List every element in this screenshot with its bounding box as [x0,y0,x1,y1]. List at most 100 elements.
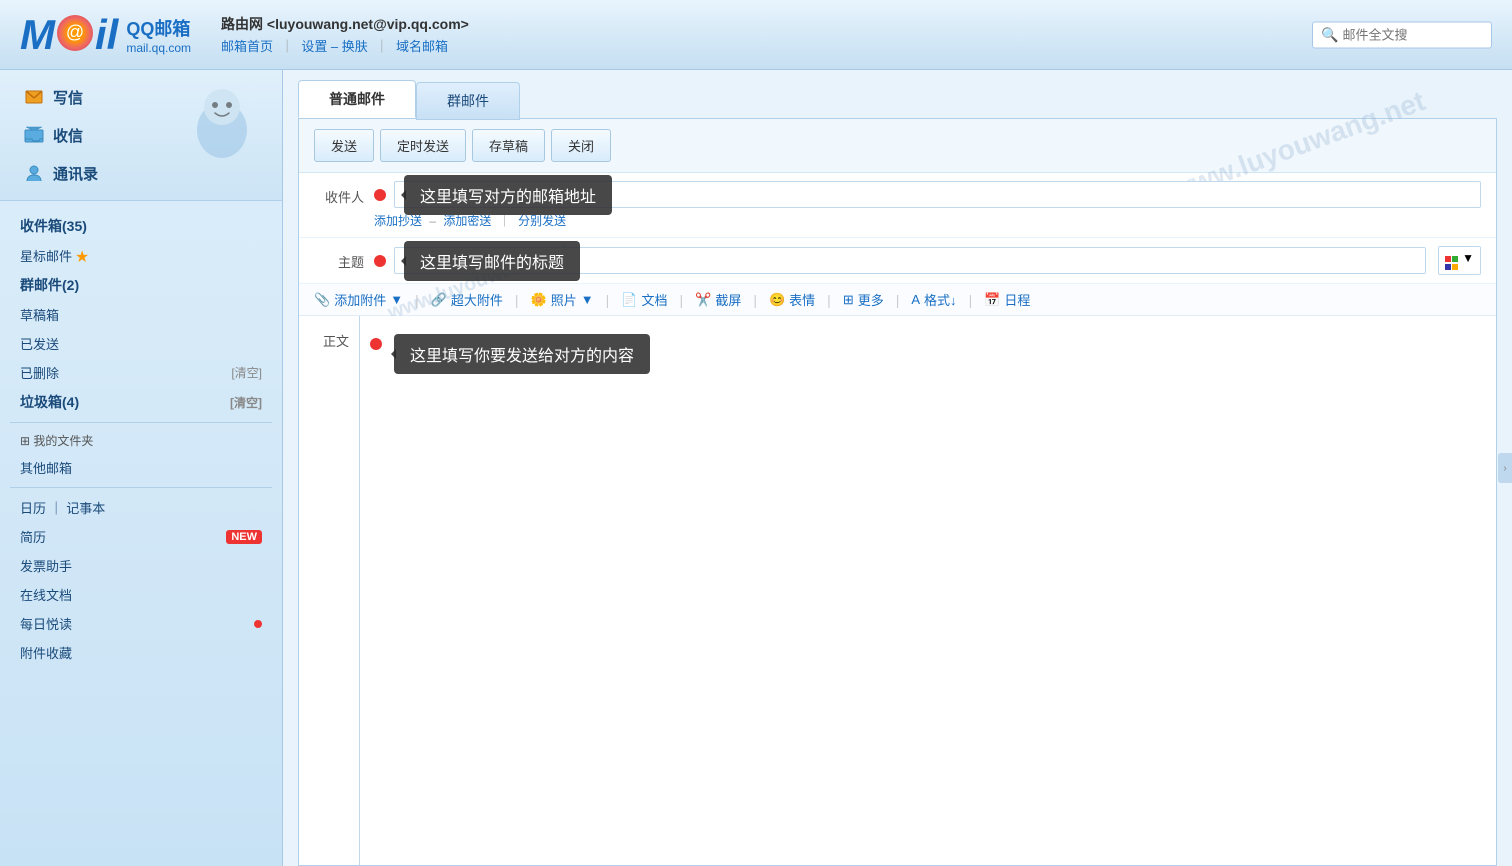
save-draft-button[interactable]: 存草稿 [472,129,545,162]
body-row: 正文 这里填写你要发送给对方的内容 [299,316,1496,865]
junk-clear-link[interactable]: [清空] [230,394,262,411]
search-input[interactable] [1342,27,1483,42]
format-icon: A [911,292,920,307]
scissors-icon: ✂️ [695,292,711,308]
paperclip-icon: 📎 [314,292,330,308]
compose-tabs: 普通邮件 群邮件 [283,70,1512,118]
header: M @ il QQ邮箱 mail.qq.com 路由网 <luyouwang.n… [0,0,1512,70]
inbox-icon [23,124,45,146]
sidebar-item-inbox[interactable]: 收件箱(35) [0,211,282,241]
sidebar-item-attachment-collect[interactable]: 附件收藏 [0,638,282,667]
attachment-toolbar: 📎 添加附件▼ | 🔗 超大附件 | 🌼 照片▼ | 📄 文档 [299,284,1496,316]
sidebar-item-deleted[interactable]: 已删除 [清空] [0,358,282,387]
add-cc-link[interactable]: 添加抄送 [374,214,422,228]
scheduled-send-button[interactable]: 定时发送 [380,129,466,162]
close-button[interactable]: 关闭 [551,129,611,162]
sidebar-top-actions: 写信 收信 通讯录 [0,70,282,201]
color-grid-icon [1445,256,1459,270]
new-badge: NEW [226,530,262,544]
link-icon: 🔗 [431,292,447,308]
sidebar-item-starred[interactable]: 星标邮件 ★ [0,241,282,270]
sidebar: 写信 收信 通讯录 [0,70,283,866]
logo-qq-text: QQ邮箱 mail.qq.com [126,15,191,55]
logo-circle-icon: @ [57,15,93,51]
photo-btn[interactable]: 🌼 照片▼ [531,290,594,309]
add-attachment-btn[interactable]: 📎 添加附件▼ [314,290,403,309]
compose-form: 发送 定时发送 存草稿 关闭 收件人 这里填写对方的邮箱地址 [298,118,1497,866]
subject-label: 主题 [314,246,364,271]
tab-normal-mail[interactable]: 普通邮件 [298,80,416,118]
body-required-dot [370,338,382,350]
logo-qq-title: QQ邮箱 [126,15,191,41]
recipient-row: 收件人 这里填写对方的邮箱地址 添加抄送 – 添加密送 [299,173,1496,238]
add-bcc-link[interactable]: 添加密送 [443,214,491,228]
sidebar-nav: 收件箱(35) 星标邮件 ★ 群邮件(2) 草稿箱 已发送 已删除 [清空] 垃… [0,201,282,677]
deleted-clear-link[interactable]: [清空] [231,364,262,381]
sidebar-item-junk[interactable]: 垃圾箱(4) [清空] [0,387,282,417]
sidebar-item-invoice[interactable]: 发票助手 [0,551,282,580]
inbox-label: 收信 [53,125,83,146]
contacts-label: 通讯录 [53,163,98,184]
format-btn[interactable]: A 格式↓ [911,290,956,309]
document-btn[interactable]: 📄 文档 [621,290,667,309]
calendar-icon: 📅 [984,292,1000,308]
screenshot-btn[interactable]: ✂️ 截屏 [695,290,741,309]
sidebar-item-calendar[interactable]: 日历 ｜ 记事本 [0,493,282,522]
subject-required-dot [374,255,386,267]
header-nav: 邮箱首页 ｜ 设置 – 换肤 ｜ 域名邮箱 [221,36,469,55]
recipient-input-area: 这里填写对方的邮箱地址 添加抄送 – 添加密送 ｜ 分别发送 [374,181,1481,229]
recipient-required-dot [374,189,386,201]
main-layout: 写信 收信 通讯录 [0,70,1512,866]
compose-label: 写信 [53,87,83,108]
sidebar-item-other-mailbox[interactable]: 其他邮箱 [0,453,282,482]
sidebar-item-docs[interactable]: 在线文档 [0,580,282,609]
emoji-btn[interactable]: 😊 表情 [769,290,815,309]
content-area: www.luyouwang.net www.luyouwang.net www.… [283,70,1512,866]
body-tooltip: 这里填写你要发送给对方的内容 [394,334,650,374]
logo-area: M @ il QQ邮箱 mail.qq.com [20,14,191,56]
doc-icon: 📄 [621,292,637,308]
compose-icon [23,86,45,108]
right-handle[interactable]: › [1498,453,1512,483]
sidebar-item-resume[interactable]: 简历 NEW [0,522,282,551]
compose-toolbar: 发送 定时发送 存草稿 关闭 [299,119,1496,173]
sidebar-item-drafts[interactable]: 草稿箱 [0,300,282,329]
reading-red-dot [254,620,262,628]
send-button[interactable]: 发送 [314,129,374,162]
sidebar-divider-1 [10,422,272,423]
nav-home-link[interactable]: 邮箱首页 [221,39,273,54]
mascot-decoration [177,75,267,165]
logo-qq-sub: mail.qq.com [126,41,191,55]
tab-group-mail[interactable]: 群邮件 [416,82,520,120]
subject-input-area: ▼ 这里填写邮件的标题 [374,246,1481,275]
header-search-box[interactable]: 🔍 [1312,21,1492,48]
sidebar-item-sent[interactable]: 已发送 [0,329,282,358]
more-btn[interactable]: ⊞ 更多 [843,290,884,309]
body-label: 正文 [299,316,349,865]
send-separately-link[interactable]: 分别发送 [518,214,566,228]
subject-tooltip: 这里填写邮件的标题 [404,241,580,281]
subject-row: 主题 ▼ [299,238,1496,284]
more-icon: ⊞ [843,292,854,308]
nav-settings-link[interactable]: 设置 – 换肤 [301,39,367,54]
sidebar-folders-title[interactable]: ⊞ 我的文件夹 [0,428,282,453]
header-username: 路由网 <luyouwang.net@vip.qq.com> [221,14,469,34]
nav-domain-link[interactable]: 域名邮箱 [396,39,448,54]
photo-icon: 🌼 [531,292,547,308]
body-editor[interactable] [370,374,1486,624]
search-icon: 🔍 [1321,26,1338,43]
sidebar-item-reading[interactable]: 每日悦读 [0,609,282,638]
sidebar-item-group-mail[interactable]: 群邮件(2) [0,270,282,300]
large-attachment-btn[interactable]: 🔗 超大附件 [431,290,503,309]
sidebar-divider-2 [10,487,272,488]
recipient-tooltip: 这里填写对方的邮箱地址 [404,175,612,215]
logo-ail-letters: il [95,14,118,56]
recipient-sub-links: 添加抄送 – 添加密送 ｜ 分别发送 [374,212,1481,229]
contacts-icon [23,162,45,184]
header-user-info: 路由网 <luyouwang.net@vip.qq.com> 邮箱首页 ｜ 设置… [221,14,469,55]
body-editor-area: 这里填写你要发送给对方的内容 [359,316,1496,865]
emoji-icon: 😊 [769,292,785,308]
schedule-btn[interactable]: 📅 日程 [984,290,1030,309]
recipient-label: 收件人 [314,181,364,206]
subject-color-button[interactable]: ▼ [1438,246,1481,275]
